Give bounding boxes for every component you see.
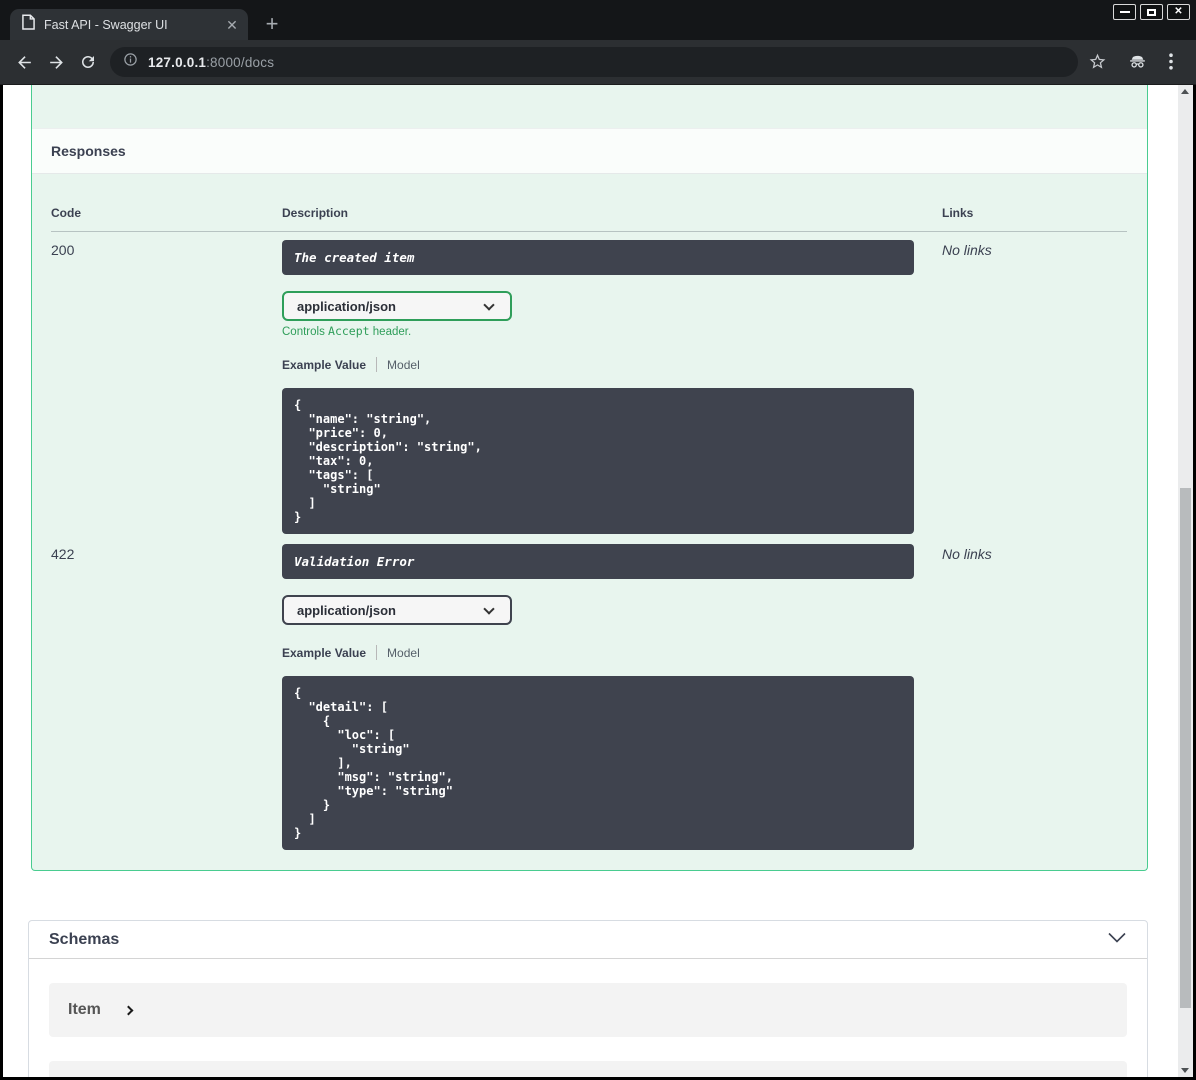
response-code: 200 bbox=[51, 242, 75, 258]
response-links: No links bbox=[942, 242, 992, 258]
media-type-select[interactable]: application/json bbox=[282, 595, 512, 625]
tab-separator bbox=[376, 357, 378, 372]
schema-name: Item bbox=[68, 1001, 101, 1018]
incognito-icon bbox=[1127, 51, 1148, 77]
tab-close-icon[interactable]: ✕ bbox=[223, 16, 241, 34]
url-text: 127.0.0.1:8000/docs bbox=[148, 55, 274, 70]
schema-validationerror-card[interactable]: ValidationError bbox=[49, 1061, 1127, 1077]
response-description: Validation Error bbox=[282, 544, 914, 579]
tab-example-value[interactable]: Example Value bbox=[282, 646, 366, 660]
example-model-tabs: Example Value Model bbox=[282, 357, 942, 372]
new-tab-button[interactable]: + bbox=[259, 12, 285, 38]
address-bar[interactable]: 127.0.0.1:8000/docs bbox=[110, 47, 1078, 77]
responses-section: Responses Code Description Links 200 The… bbox=[31, 85, 1148, 871]
example-json-block: { "name": "string", "price": 0, "descrip… bbox=[282, 388, 914, 534]
example-model-tabs: Example Value Model bbox=[282, 645, 942, 660]
url-path: :8000/docs bbox=[206, 54, 275, 70]
col-header-description: Description bbox=[282, 206, 349, 220]
tab-separator bbox=[376, 645, 378, 660]
response-description: The created item bbox=[282, 240, 914, 275]
chevron-down-icon bbox=[483, 603, 495, 615]
responses-header: Responses bbox=[32, 128, 1147, 174]
browser-menu-icon[interactable] bbox=[1166, 53, 1176, 75]
accept-note-prefix: Controls bbox=[282, 326, 329, 338]
response-row-200: 200 The created item application/json Co… bbox=[51, 232, 1127, 544]
tab-title: Fast API - Swagger UI bbox=[44, 17, 168, 32]
scrollbar-up-arrow[interactable] bbox=[1181, 89, 1189, 94]
vertical-scrollbar[interactable] bbox=[1178, 85, 1193, 1077]
chevron-down-icon[interactable] bbox=[1107, 931, 1127, 949]
chevron-down-icon bbox=[483, 299, 495, 311]
page-document-icon bbox=[22, 14, 35, 35]
example-json-block: { "detail": [ { "loc": [ "string" ], "ms… bbox=[282, 676, 914, 850]
response-description-cell: Validation Error application/json Exampl… bbox=[282, 544, 942, 870]
accept-note-suffix: header. bbox=[369, 326, 412, 338]
col-header-code: Code bbox=[51, 206, 81, 220]
responses-table: Code Description Links 200 The created i… bbox=[51, 194, 1127, 870]
browser-titlebar: Fast API - Swagger UI ✕ + ✕ bbox=[0, 0, 1196, 40]
media-type-value: application/json bbox=[297, 298, 396, 314]
response-description-cell: The created item application/json Contro… bbox=[282, 240, 942, 544]
minimize-icon bbox=[1119, 11, 1130, 13]
responses-top-spacer bbox=[32, 85, 1147, 128]
url-host: 127.0.0.1 bbox=[148, 54, 207, 70]
reload-button[interactable] bbox=[79, 53, 98, 72]
schemas-title: Schemas bbox=[49, 930, 120, 948]
window-maximize-button[interactable] bbox=[1140, 4, 1163, 20]
accept-note-code: Accept bbox=[328, 324, 370, 338]
responses-table-header: Code Description Links bbox=[51, 194, 1127, 232]
tab-model[interactable]: Model bbox=[387, 358, 420, 372]
page-content: Responses Code Description Links 200 The… bbox=[3, 85, 1193, 1077]
schemas-section: Schemas Item ValidationError bbox=[28, 920, 1148, 1077]
scrollbar-down-arrow[interactable] bbox=[1181, 1068, 1189, 1073]
forward-button[interactable] bbox=[47, 53, 66, 72]
back-button[interactable] bbox=[15, 53, 34, 72]
maximize-icon bbox=[1147, 8, 1156, 16]
window-minimize-button[interactable] bbox=[1113, 4, 1136, 20]
site-info-icon[interactable] bbox=[123, 52, 138, 72]
schema-item-card[interactable]: Item bbox=[49, 983, 1127, 1037]
scrollbar-thumb[interactable] bbox=[1180, 488, 1191, 1008]
tab-model[interactable]: Model bbox=[387, 646, 420, 660]
response-row-422: 422 Validation Error application/json Ex… bbox=[51, 544, 1127, 870]
schemas-header[interactable]: Schemas bbox=[29, 921, 1147, 959]
close-icon: ✕ bbox=[1174, 6, 1183, 17]
tab-example-value[interactable]: Example Value bbox=[282, 358, 366, 372]
browser-tab[interactable]: Fast API - Swagger UI ✕ bbox=[10, 9, 248, 40]
swagger-ui: Responses Code Description Links 200 The… bbox=[28, 85, 1148, 1077]
response-links: No links bbox=[942, 546, 992, 562]
bookmark-star-icon[interactable] bbox=[1088, 52, 1107, 76]
browser-toolbar: 127.0.0.1:8000/docs bbox=[0, 40, 1196, 85]
window-close-button[interactable]: ✕ bbox=[1167, 4, 1190, 20]
window-controls: ✕ bbox=[1113, 4, 1190, 20]
media-type-value: application/json bbox=[297, 602, 396, 618]
col-header-links: Links bbox=[942, 206, 974, 220]
response-code: 422 bbox=[51, 546, 75, 562]
accept-header-note: Controls Accept header. bbox=[282, 324, 942, 338]
media-type-select[interactable]: application/json bbox=[282, 291, 512, 321]
chevron-right-icon bbox=[123, 1005, 134, 1016]
